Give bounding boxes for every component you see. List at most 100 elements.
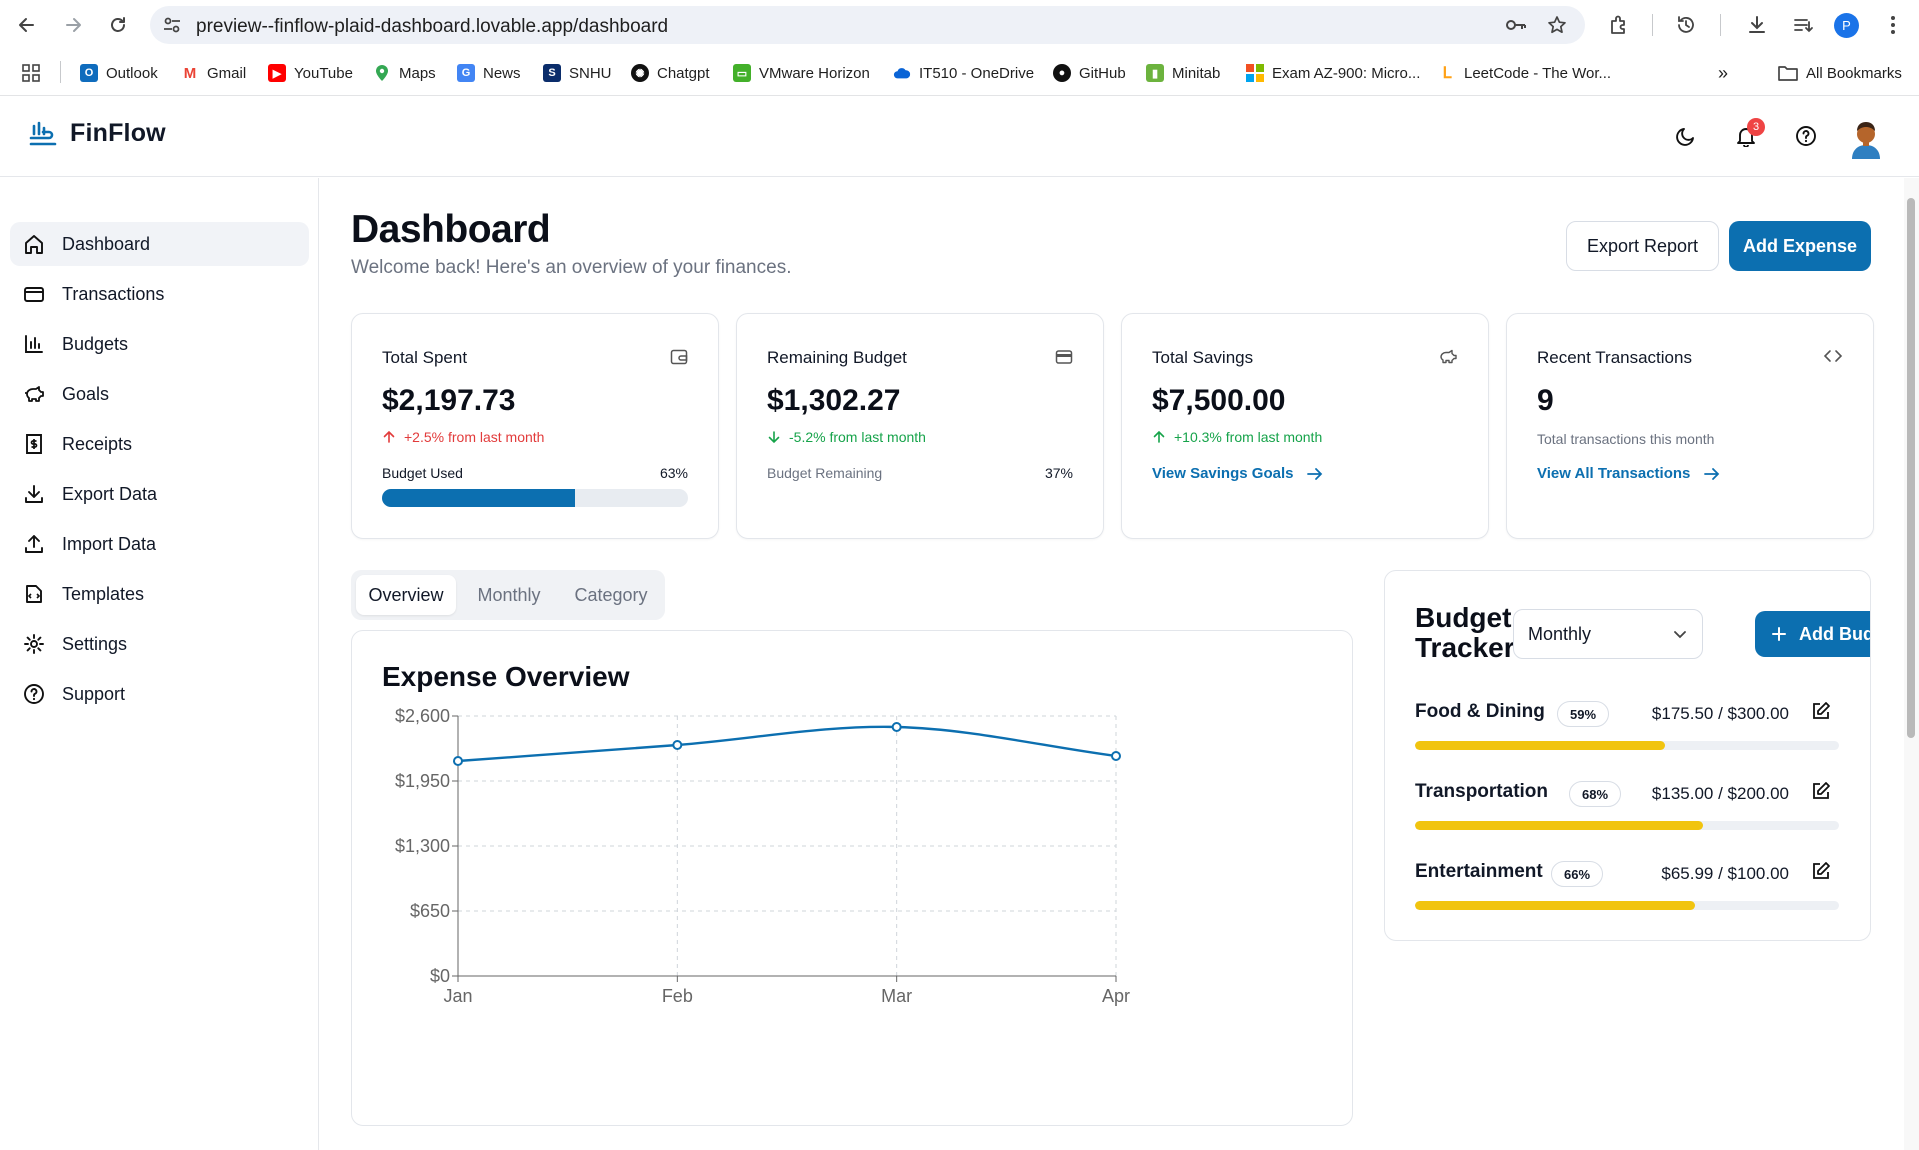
bar-chart-icon bbox=[22, 332, 46, 356]
tab-monthly[interactable]: Monthly bbox=[459, 575, 559, 615]
bookmark-maps[interactable]: Maps bbox=[373, 60, 436, 86]
total-savings-card: Total Savings $7,500.00 +10.3% from last… bbox=[1121, 313, 1489, 539]
bookmark-minitab[interactable]: ▮ Minitab bbox=[1146, 60, 1220, 86]
bookmarks-divider bbox=[60, 61, 61, 83]
user-avatar[interactable] bbox=[1848, 119, 1884, 159]
bookmark-leetcode[interactable]: ᒪ LeetCode - The Wor... bbox=[1438, 60, 1611, 86]
site-settings-icon[interactable] bbox=[162, 15, 182, 35]
scrollbar-thumb[interactable] bbox=[1907, 198, 1915, 738]
period-select-value: Monthly bbox=[1528, 623, 1592, 644]
forward-button[interactable] bbox=[58, 10, 88, 40]
edit-icon[interactable] bbox=[1811, 781, 1831, 801]
edit-icon[interactable] bbox=[1811, 861, 1831, 881]
budget-progress-bar bbox=[1415, 741, 1839, 750]
sidebar-item-receipts[interactable]: Receipts bbox=[10, 422, 309, 466]
card-value: $1,302.27 bbox=[767, 384, 901, 417]
y-tick-label: $2,600 bbox=[395, 706, 450, 726]
bookmark-youtube[interactable]: ▶ YouTube bbox=[268, 60, 353, 86]
budget-category: Food & Dining bbox=[1415, 701, 1545, 722]
history-icon[interactable] bbox=[1671, 10, 1701, 40]
budget-row-food: Food & Dining 59% $175.50 / $300.00 bbox=[1415, 701, 1839, 761]
all-bookmarks-label: All Bookmarks bbox=[1806, 64, 1902, 82]
period-select[interactable]: Monthly bbox=[1513, 609, 1703, 659]
trend-text: -5.2% from last month bbox=[789, 429, 926, 445]
bookmark-label: Maps bbox=[399, 64, 436, 82]
reload-button[interactable] bbox=[103, 10, 133, 40]
sidebar-item-import-data[interactable]: Import Data bbox=[10, 522, 309, 566]
data-point bbox=[891, 722, 902, 732]
budget-amount: $135.00 / $200.00 bbox=[1651, 784, 1789, 803]
back-button[interactable] bbox=[12, 10, 42, 40]
bookmark-label: YouTube bbox=[294, 64, 353, 82]
budget-tracker-card: Budget Tracker Monthly Add Budget Food &… bbox=[1384, 570, 1871, 941]
theme-toggle-moon-icon[interactable] bbox=[1671, 121, 1701, 151]
sidebar-item-label: Settings bbox=[62, 633, 128, 654]
more-menu-icon[interactable] bbox=[1878, 10, 1908, 40]
link-text: View Savings Goals bbox=[1152, 465, 1294, 482]
address-bar[interactable]: preview--finflow-plaid-dashboard.lovable… bbox=[150, 6, 1585, 44]
apps-grid-icon[interactable] bbox=[22, 60, 40, 86]
help-icon[interactable] bbox=[1791, 121, 1821, 151]
budget-remaining-percent: 37% bbox=[1044, 465, 1073, 481]
url-text[interactable]: preview--finflow-plaid-dashboard.lovable… bbox=[196, 16, 668, 38]
sidebar-item-support[interactable]: Support bbox=[10, 672, 309, 716]
edit-icon[interactable] bbox=[1811, 701, 1831, 721]
bookmark-star-icon[interactable] bbox=[1547, 15, 1567, 35]
tab-overview[interactable]: Overview bbox=[356, 575, 456, 615]
expense-overview-card: Expense Overview $0 $650 $1,300 $1,950 $2,60… bbox=[351, 630, 1353, 1126]
arrow-right-icon bbox=[1307, 467, 1323, 480]
sidebar-item-dashboard[interactable]: Dashboard bbox=[10, 222, 309, 266]
brand-logo[interactable]: FinFlow bbox=[28, 119, 166, 148]
snhu-icon: S bbox=[543, 64, 561, 82]
bookmark-az900[interactable]: Exam AZ-900: Micro... bbox=[1246, 60, 1420, 86]
sidebar: Dashboard Transactions Budgets Goals Rec… bbox=[0, 178, 319, 1150]
download-icon bbox=[22, 482, 46, 506]
sidebar-item-goals[interactable]: Goals bbox=[10, 372, 309, 416]
password-key-icon[interactable] bbox=[1505, 15, 1527, 35]
more-bookmarks-icon[interactable]: » bbox=[1718, 60, 1728, 86]
budget-used-progress-bar bbox=[382, 489, 688, 507]
leetcode-icon: ᒪ bbox=[1438, 64, 1456, 82]
recent-transactions-card: Recent Transactions 9 Total transactions… bbox=[1506, 313, 1874, 539]
piggy-bank-icon bbox=[22, 382, 46, 406]
arrows-left-right-icon bbox=[1823, 348, 1843, 364]
x-tick-label: Feb bbox=[662, 986, 693, 1006]
view-savings-goals-link[interactable]: View Savings Goals bbox=[1152, 465, 1323, 482]
tab-category[interactable]: Category bbox=[561, 575, 661, 615]
sidebar-item-settings[interactable]: Settings bbox=[10, 622, 309, 666]
bookmark-chatgpt[interactable]: ✺ Chatgpt bbox=[631, 60, 710, 86]
add-expense-button[interactable]: Add Expense bbox=[1729, 221, 1871, 271]
sidebar-item-label: Import Data bbox=[62, 533, 157, 554]
trend-indicator: +2.5% from last month bbox=[382, 429, 544, 445]
sidebar-item-export-data[interactable]: Export Data bbox=[10, 472, 309, 516]
sidebar-item-budgets[interactable]: Budgets bbox=[10, 322, 309, 366]
progress-fill bbox=[1415, 821, 1704, 830]
bookmark-outlook[interactable]: O Outlook bbox=[80, 60, 158, 86]
downloads-icon[interactable] bbox=[1742, 10, 1772, 40]
bookmark-label: Exam AZ-900: Micro... bbox=[1272, 64, 1421, 82]
view-all-transactions-link[interactable]: View All Transactions bbox=[1537, 465, 1720, 482]
progress-fill bbox=[1415, 901, 1695, 910]
app-header: FinFlow bbox=[0, 97, 1919, 177]
bookmark-news[interactable]: G News bbox=[457, 60, 521, 86]
reading-list-icon[interactable] bbox=[1788, 10, 1818, 40]
bookmark-vmware[interactable]: ▭ VMware Horizon bbox=[733, 60, 870, 86]
bookmark-onedrive[interactable]: IT510 - OneDrive bbox=[893, 60, 1034, 86]
sidebar-item-transactions[interactable]: Transactions bbox=[10, 272, 309, 316]
vmware-icon: ▭ bbox=[733, 64, 751, 82]
bookmark-snhu[interactable]: S SNHU bbox=[543, 60, 612, 86]
all-bookmarks-folder[interactable]: All Bookmarks bbox=[1778, 60, 1902, 86]
profile-avatar[interactable]: P bbox=[1834, 13, 1859, 38]
sidebar-item-templates[interactable]: Templates bbox=[10, 572, 309, 616]
sidebar-item-label: Support bbox=[62, 683, 126, 704]
bookmark-gmail[interactable]: M Gmail bbox=[181, 60, 246, 86]
page-subtitle: Welcome back! Here's an overview of your… bbox=[351, 257, 792, 278]
microsoft-icon bbox=[1246, 64, 1264, 82]
bookmark-github[interactable]: ● GitHub bbox=[1053, 60, 1126, 86]
add-budget-button[interactable]: Add Budget bbox=[1755, 611, 1870, 657]
budget-percent-badge: 68% bbox=[1569, 781, 1622, 807]
export-report-button[interactable]: Export Report bbox=[1566, 221, 1719, 271]
gmail-icon: M bbox=[181, 64, 199, 82]
bookmark-label: GitHub bbox=[1079, 64, 1126, 82]
extensions-icon[interactable] bbox=[1604, 10, 1634, 40]
